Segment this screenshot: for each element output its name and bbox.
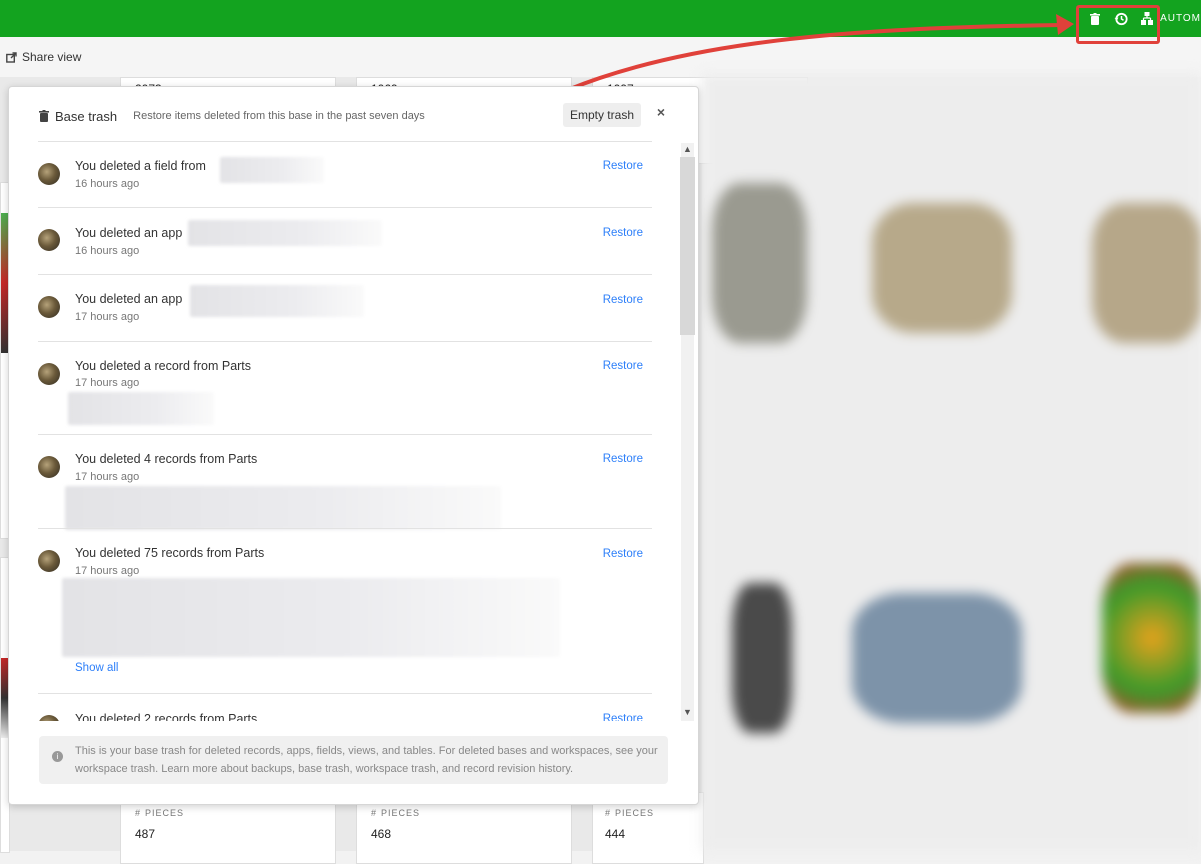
card-label-text: PIECES: [381, 808, 421, 818]
empty-trash-button[interactable]: Empty trash: [562, 103, 641, 127]
blurred-image: [1092, 203, 1201, 343]
item-text: You deleted 2 records from Parts: [75, 712, 258, 721]
list-item: You deleted a record from Parts 17 hours…: [38, 341, 652, 434]
avatar: [38, 715, 60, 721]
redacted-content: [65, 486, 501, 530]
restore-button[interactable]: Restore: [603, 360, 643, 372]
redacted-content: [68, 392, 214, 425]
avatar: [38, 363, 60, 385]
top-bar: AUTOM: [0, 0, 1201, 37]
view-bar: [0, 37, 1201, 77]
scroll-up-icon[interactable]: ▲: [683, 144, 692, 154]
blurred-image: [872, 203, 1012, 333]
card-value: 444: [605, 827, 626, 841]
blurred-image: [1102, 563, 1201, 713]
redacted-content: [62, 578, 560, 657]
base-trash-dialog: Base trash Restore items deleted from th…: [8, 86, 699, 805]
card-label-text: PIECES: [145, 808, 185, 818]
restore-button[interactable]: Restore: [603, 294, 643, 306]
show-all-link[interactable]: Show all: [75, 662, 118, 674]
share-view-label: Share view: [22, 50, 82, 64]
redacted-content: [220, 157, 324, 183]
highlight-annotation: [1076, 5, 1160, 44]
card-label: # PIECES: [605, 808, 654, 818]
avatar: [38, 296, 60, 318]
blurred-gallery-area: [702, 73, 1201, 851]
card-label-text: PIECES: [615, 808, 655, 818]
restore-button[interactable]: Restore: [603, 227, 643, 239]
card-value: 468: [371, 827, 392, 841]
blurred-image: [852, 593, 1022, 723]
hash-icon: #: [371, 808, 378, 818]
list-item: You deleted 4 records from Parts 17 hour…: [38, 434, 652, 530]
hash-icon: #: [135, 808, 142, 818]
card-label: # PIECES: [371, 808, 420, 818]
restore-button[interactable]: Restore: [603, 453, 643, 465]
card-label: # PIECES: [135, 808, 184, 818]
close-icon[interactable]: ×: [657, 104, 665, 120]
blurred-image: [732, 583, 792, 733]
automations-label[interactable]: AUTOM: [1160, 13, 1201, 24]
info-note: i This is your base trash for deleted re…: [39, 736, 668, 784]
item-time: 17 hours ago: [75, 311, 140, 323]
info-note-text: This is your base trash for deleted reco…: [75, 745, 658, 775]
dialog-subtitle: Restore items deleted from this base in …: [133, 110, 425, 122]
info-icon: i: [52, 751, 63, 762]
item-time: 17 hours ago: [75, 565, 140, 577]
avatar: [38, 550, 60, 572]
scroll-down-icon[interactable]: ▼: [683, 707, 692, 717]
list-item: You deleted an app 16 hours ago Restore: [38, 207, 652, 274]
avatar: [38, 229, 60, 251]
share-icon: [6, 51, 17, 63]
item-text: You deleted 75 records from Parts: [75, 546, 265, 560]
item-text: You deleted an app: [75, 226, 183, 240]
scrollbar-thumb[interactable]: [680, 157, 695, 335]
hash-icon: #: [605, 808, 612, 818]
item-text: You deleted a field from: [75, 159, 206, 173]
dialog-title: Base trash: [55, 108, 118, 124]
avatar: [38, 456, 60, 478]
card-value: 487: [135, 827, 156, 841]
trash-icon: [39, 110, 49, 122]
item-time: 16 hours ago: [75, 245, 140, 257]
list-item: You deleted a field from 16 hours ago Re…: [38, 141, 652, 207]
list-item: You deleted 75 records from Parts 17 hou…: [38, 528, 652, 693]
list-item: You deleted 2 records from Parts Restore: [38, 693, 652, 721]
restore-button[interactable]: Restore: [603, 548, 643, 560]
redacted-content: [190, 285, 364, 317]
blurred-image: [712, 183, 807, 343]
share-view-button[interactable]: Share view: [6, 50, 81, 64]
item-text: You deleted a record from Parts: [75, 359, 252, 373]
item-time: 16 hours ago: [75, 178, 140, 190]
item-text: You deleted an app: [75, 292, 183, 306]
list-item: You deleted an app 17 hours ago Restore: [38, 274, 652, 341]
restore-button[interactable]: Restore: [603, 160, 643, 172]
item-time: 17 hours ago: [75, 471, 140, 483]
item-time: 17 hours ago: [75, 377, 140, 389]
trash-list: You deleted a field from 16 hours ago Re…: [38, 141, 652, 721]
avatar: [38, 163, 60, 185]
restore-button[interactable]: Restore: [603, 713, 643, 721]
item-text: You deleted 4 records from Parts: [75, 452, 258, 466]
redacted-content: [188, 220, 382, 246]
